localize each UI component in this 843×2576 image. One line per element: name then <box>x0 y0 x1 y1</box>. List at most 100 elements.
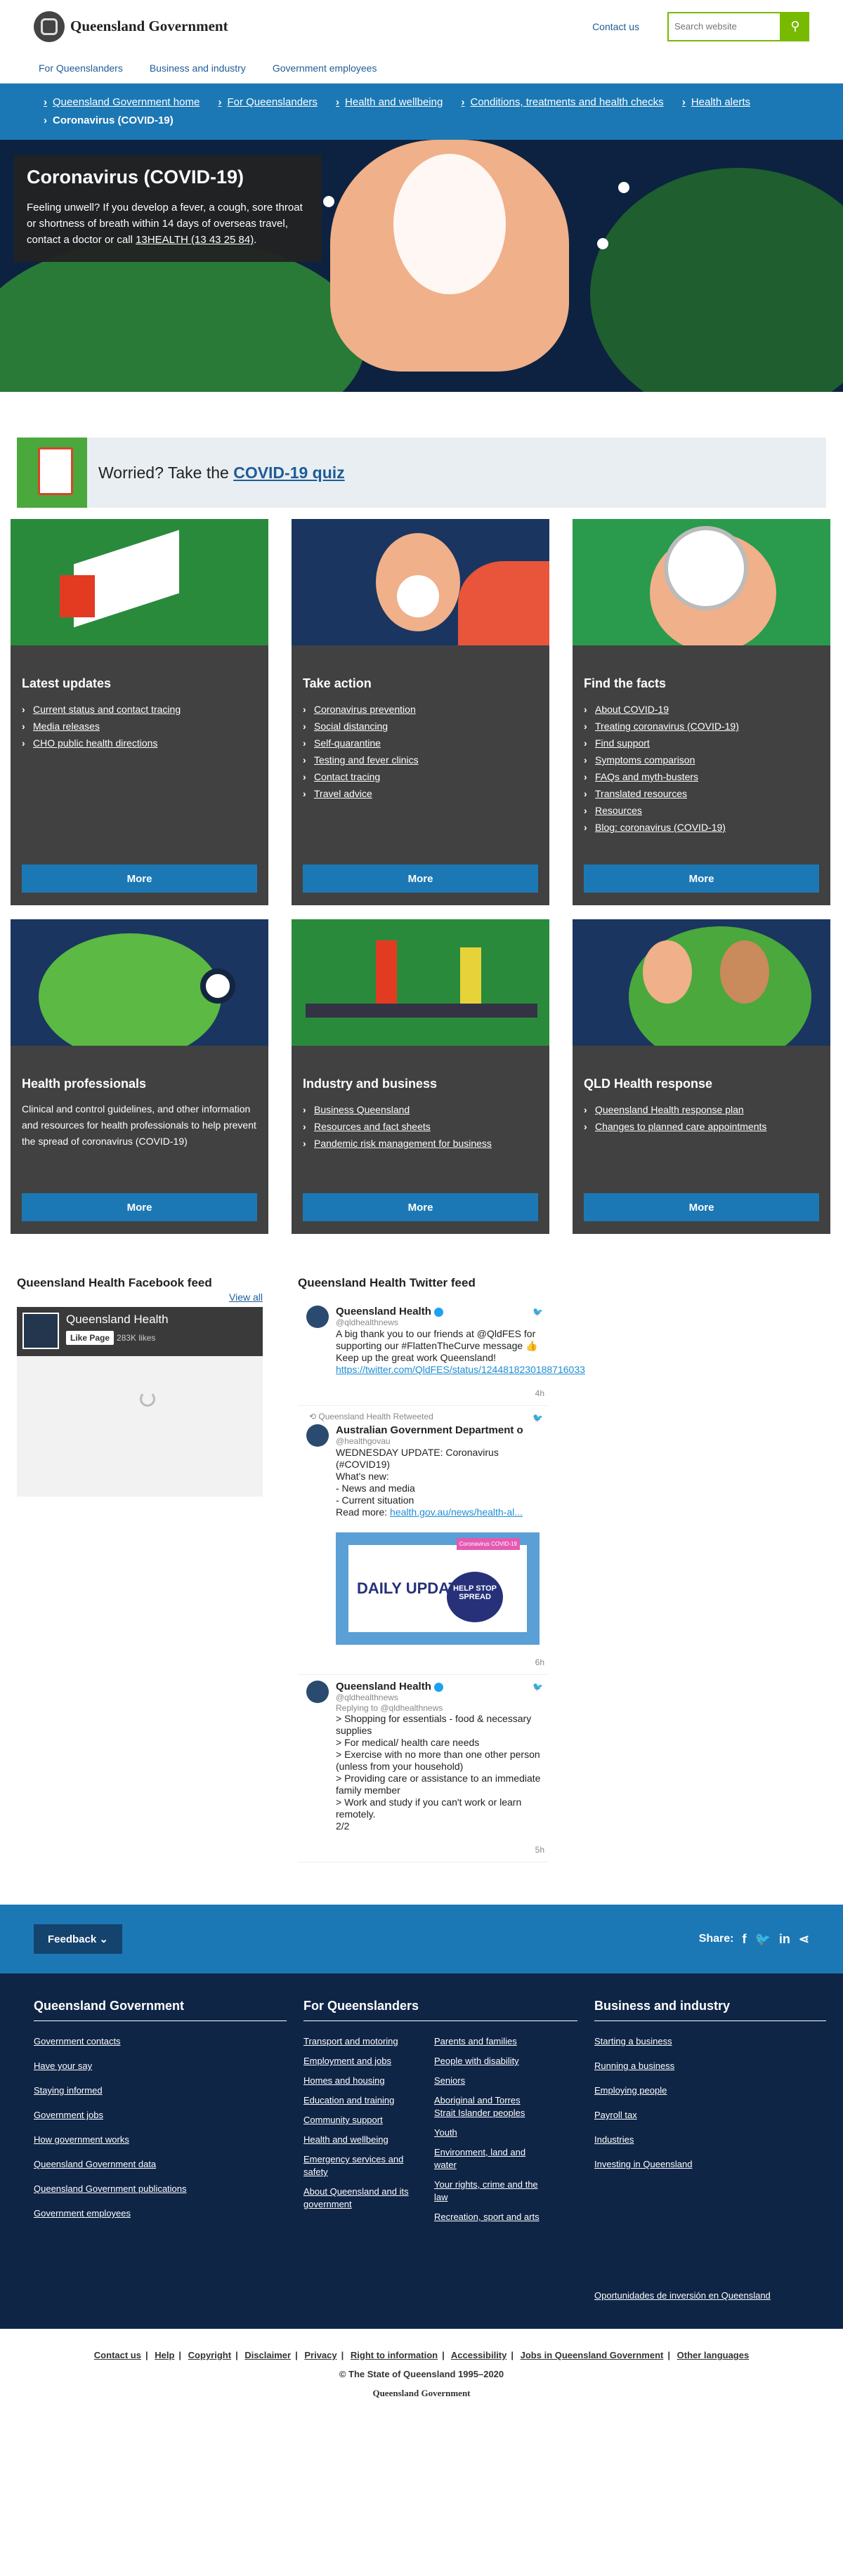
card-link[interactable]: Resources and fact sheets <box>314 1121 431 1132</box>
more-button[interactable]: More <box>22 1193 257 1221</box>
card-link[interactable]: Coronavirus prevention <box>314 704 416 715</box>
footer-link[interactable]: Industries <box>594 2134 634 2145</box>
tweet[interactable]: 🐦 Queensland Health @qldhealthnews Reply… <box>298 1675 547 1862</box>
card-link[interactable]: Blog: coronavirus (COVID-19) <box>595 822 726 833</box>
facebook-icon[interactable]: f <box>742 1932 746 1947</box>
card-link[interactable]: Media releases <box>33 721 100 732</box>
card-link[interactable]: Queensland Health response plan <box>595 1104 744 1115</box>
footer-link[interactable]: Government employees <box>34 2208 131 2219</box>
facebook-page-name[interactable]: Queensland Health <box>66 1313 169 1327</box>
card-link[interactable]: Social distancing <box>314 721 388 732</box>
footer-link[interactable]: How government works <box>34 2134 129 2145</box>
footer-link[interactable]: Recreation, sport and arts <box>434 2212 540 2222</box>
feedback-button[interactable]: Feedback ⌄ <box>34 1924 122 1954</box>
footer-link[interactable]: Investing in Queensland <box>594 2159 692 2169</box>
tweet-author[interactable]: Queensland Health <box>336 1681 431 1693</box>
footer-link[interactable]: Education and training <box>303 2095 394 2105</box>
bottom-link[interactable]: Accessibility <box>451 2350 507 2360</box>
card-link[interactable]: Contact tracing <box>314 771 380 782</box>
footer-link[interactable]: Transport and motoring <box>303 2036 398 2046</box>
more-button[interactable]: More <box>584 865 819 893</box>
card-link[interactable]: Find support <box>595 737 650 749</box>
crumb-for-queenslanders[interactable]: For Queenslanders <box>218 93 317 112</box>
card-link[interactable]: Self-quarantine <box>314 737 381 749</box>
footer-link[interactable]: Emergency services and safety <box>303 2154 403 2177</box>
13health-link[interactable]: 13HEALTH (13 43 25 84) <box>136 234 254 246</box>
card-link[interactable]: Symptoms comparison <box>595 754 695 765</box>
tweet-time[interactable]: 5h <box>306 1845 544 1855</box>
nav-government-employees[interactable]: Government employees <box>273 63 377 74</box>
investment-spanish-link[interactable]: Oportunidades de inversión en Queensland <box>594 2290 771 2301</box>
crumb-health[interactable]: Health and wellbeing <box>336 93 443 112</box>
footer-link[interactable]: Government jobs <box>34 2110 103 2120</box>
site-logo[interactable]: Queensland Government <box>34 11 228 42</box>
more-button[interactable]: More <box>22 865 257 893</box>
card-link[interactable]: Pandemic risk management for business <box>314 1138 492 1149</box>
search-input[interactable] <box>667 11 781 41</box>
like-page-button[interactable]: Like Page <box>66 1331 115 1345</box>
card-link[interactable]: Changes to planned care appointments <box>595 1121 766 1132</box>
bottom-link[interactable]: Help <box>155 2350 174 2360</box>
tweet[interactable]: 🐦 ⟲ Queensland Health Retweeted Australi… <box>298 1406 547 1675</box>
bottom-link[interactable]: Contact us <box>94 2350 141 2360</box>
share-icon[interactable]: ⋖ <box>799 1932 809 1947</box>
crumb-alerts[interactable]: Health alerts <box>682 93 750 112</box>
tweet-handle[interactable]: @qldhealthnews <box>336 1693 443 1702</box>
tweet-image[interactable]: Coronavirus COVID-19 DAILY UPDATE HELP S… <box>336 1532 540 1645</box>
footer-link[interactable]: About Queensland and its government <box>303 2186 409 2209</box>
footer-link[interactable]: Parents and families <box>434 2036 517 2046</box>
tweet-handle[interactable]: @healthgovau <box>336 1436 523 1446</box>
crumb-home[interactable]: Queensland Government home <box>44 93 200 112</box>
tweet-handle[interactable]: @qldhealthnews <box>336 1317 443 1327</box>
footer-link[interactable]: Starting a business <box>594 2036 672 2046</box>
footer-link[interactable]: Community support <box>303 2115 383 2125</box>
footer-link[interactable]: Government contacts <box>34 2036 121 2046</box>
nav-for-queenslanders[interactable]: For Queenslanders <box>39 63 123 74</box>
linkedin-icon[interactable]: in <box>779 1932 790 1947</box>
tweet-time[interactable]: 4h <box>306 1388 544 1398</box>
avatar[interactable] <box>306 1424 329 1447</box>
card-link[interactable]: About COVID-19 <box>595 704 669 715</box>
card-link[interactable]: Travel advice <box>314 788 372 799</box>
bottom-link[interactable]: Disclaimer <box>244 2350 291 2360</box>
card-link[interactable]: Current status and contact tracing <box>33 704 181 715</box>
bottom-link[interactable]: Right to information <box>351 2350 438 2360</box>
bottom-link[interactable]: Copyright <box>188 2350 231 2360</box>
tweet-link[interactable]: health.gov.au/news/health-al... <box>390 1506 523 1518</box>
quiz-link[interactable]: COVID-19 quiz <box>233 464 344 482</box>
bottom-link[interactable]: Jobs in Queensland Government <box>521 2350 664 2360</box>
footer-link[interactable]: Have your say <box>34 2061 92 2071</box>
footer-link[interactable]: Aboriginal and Torres Strait Islander pe… <box>434 2095 525 2118</box>
view-all-link[interactable]: View all <box>17 1292 263 1303</box>
footer-link[interactable]: Health and wellbeing <box>303 2134 388 2145</box>
more-button[interactable]: More <box>584 1193 819 1221</box>
card-link[interactable]: Business Queensland <box>314 1104 410 1115</box>
footer-link[interactable]: Environment, land and water <box>434 2147 525 2170</box>
footer-link[interactable]: Youth <box>434 2127 457 2138</box>
crumb-conditions[interactable]: Conditions, treatments and health checks <box>461 93 663 112</box>
bottom-link[interactable]: Other languages <box>677 2350 750 2360</box>
footer-link[interactable]: Your rights, crime and the law <box>434 2179 538 2202</box>
search-button[interactable]: ⚲ <box>781 11 809 41</box>
footer-link[interactable]: Seniors <box>434 2075 465 2086</box>
footer-link[interactable]: Running a business <box>594 2061 674 2071</box>
tweet-author[interactable]: Australian Government Department o <box>336 1424 523 1436</box>
card-link[interactable]: CHO public health directions <box>33 737 157 749</box>
card-link[interactable]: FAQs and myth-busters <box>595 771 698 782</box>
footer-link[interactable]: People with disability <box>434 2056 519 2066</box>
tweet-link[interactable]: https://twitter.com/QldFES/status/124481… <box>336 1364 585 1375</box>
card-link[interactable]: Resources <box>595 805 642 816</box>
avatar[interactable] <box>306 1306 329 1328</box>
contact-us-link[interactable]: Contact us <box>592 21 639 32</box>
tweet[interactable]: 🐦 Queensland Health @qldhealthnews A big… <box>298 1300 585 1406</box>
more-button[interactable]: More <box>303 1193 538 1221</box>
card-link[interactable]: Translated resources <box>595 788 687 799</box>
more-button[interactable]: More <box>303 865 538 893</box>
footer-link[interactable]: Employing people <box>594 2085 667 2096</box>
footer-link[interactable]: Queensland Government data <box>34 2159 156 2169</box>
nav-business-industry[interactable]: Business and industry <box>150 63 246 74</box>
footer-link[interactable]: Homes and housing <box>303 2075 385 2086</box>
footer-link[interactable]: Employment and jobs <box>303 2056 391 2066</box>
footer-link[interactable]: Staying informed <box>34 2085 103 2096</box>
card-link[interactable]: Treating coronavirus (COVID-19) <box>595 721 739 732</box>
